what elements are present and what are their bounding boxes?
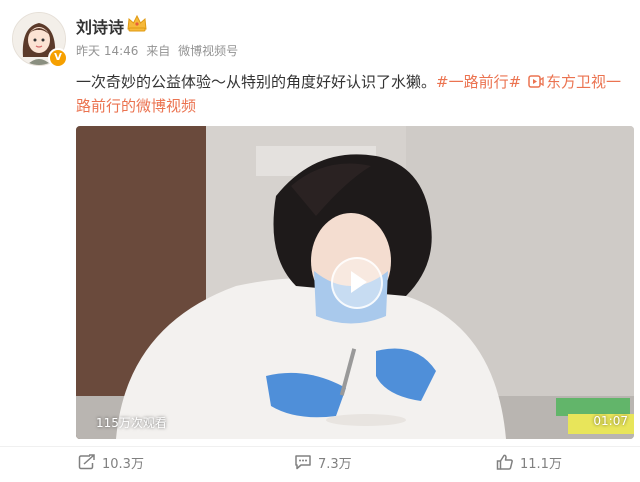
username[interactable]: 刘诗诗 [76,14,124,38]
comment-count: 7.3万 [318,456,352,472]
video-duration: 01:07 [593,414,628,428]
post-source[interactable]: 微博视频号 [178,44,238,58]
play-button[interactable] [331,257,383,309]
repost-icon [78,454,95,470]
repost-count: 10.3万 [102,456,144,472]
verified-badge: V [48,48,68,68]
crown-icon [127,14,147,32]
post-meta: 昨天 14:46 来自 微博视频号 [76,42,242,59]
like-button[interactable]: 11.1万 [496,452,562,472]
source-prefix: 来自 [146,44,171,58]
view-count: 115万次观看 [96,416,167,430]
repost-button[interactable]: 10.3万 [78,452,144,472]
post-time[interactable]: 昨天 14:46 [76,44,138,58]
post-body: 一次奇妙的公益体验～从特别的角度好好认识了水獭。 [76,73,437,91]
thumbs-up-icon [496,454,513,470]
comment-button[interactable]: 7.3万 [294,452,352,472]
action-divider [0,446,640,447]
post-text: 一次奇妙的公益体验～从特别的角度好好认识了水獭。#一路前行# 东方卫视一路前行的… [76,70,626,118]
comment-icon [295,455,311,470]
topic-tag[interactable]: #一路前行# [436,73,521,91]
like-count: 11.1万 [520,456,562,472]
video-icon [528,75,544,88]
